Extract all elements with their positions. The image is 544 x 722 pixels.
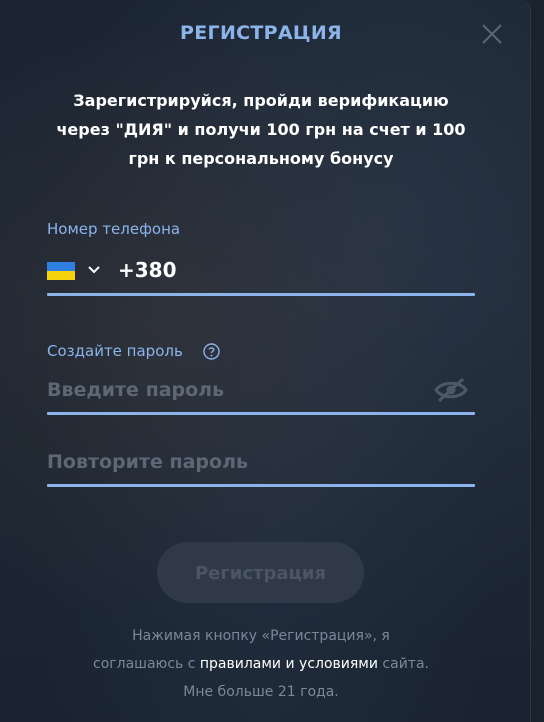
terms-text: Нажимая кнопку «Регистрация», я соглашаю…	[40, 622, 482, 706]
password-label: Создайте пароль	[47, 342, 183, 360]
confirm-password-underline	[47, 484, 475, 487]
password-input[interactable]	[47, 374, 427, 406]
promo-text: Зарегистрируйся, пройди верификацию чере…	[30, 86, 492, 173]
terms-line-2: соглашаюсь с правилами и условиями сайта…	[40, 650, 482, 678]
eye-off-icon[interactable]	[433, 376, 469, 404]
registration-modal: РЕГИСТРАЦИЯ Зарегистрируйся, пройди вери…	[0, 0, 531, 722]
promo-line-3: грн к персональному бонусу	[128, 149, 394, 168]
modal-title: РЕГИСТРАЦИЯ	[180, 22, 342, 44]
chevron-down-icon[interactable]	[87, 264, 101, 276]
password-underline	[47, 412, 475, 415]
close-icon	[482, 24, 502, 44]
phone-prefix: +380	[118, 258, 177, 282]
terms-line-3: Мне больше 21 года.	[183, 684, 339, 700]
terms-line-1: Нажимая кнопку «Регистрация», я	[132, 628, 390, 644]
terms-link[interactable]: правилами и условиями	[200, 656, 378, 672]
ukraine-flag-icon[interactable]	[47, 262, 75, 280]
terms-line-2-prefix: соглашаюсь с	[93, 656, 196, 672]
promo-line-1: Зарегистрируйся, пройди верификацию	[73, 91, 449, 110]
phone-underline	[47, 293, 475, 296]
phone-field[interactable]: +380	[47, 256, 475, 286]
phone-label: Номер телефона	[47, 220, 181, 238]
question-circle-icon[interactable]	[203, 343, 220, 360]
register-button[interactable]: Регистрация	[157, 542, 364, 603]
close-button[interactable]	[480, 22, 504, 46]
terms-line-2-suffix: сайта.	[382, 656, 429, 672]
confirm-password-input[interactable]	[47, 446, 427, 478]
promo-line-2: через "ДИЯ" и получи 100 грн на счет и 1…	[56, 120, 466, 139]
